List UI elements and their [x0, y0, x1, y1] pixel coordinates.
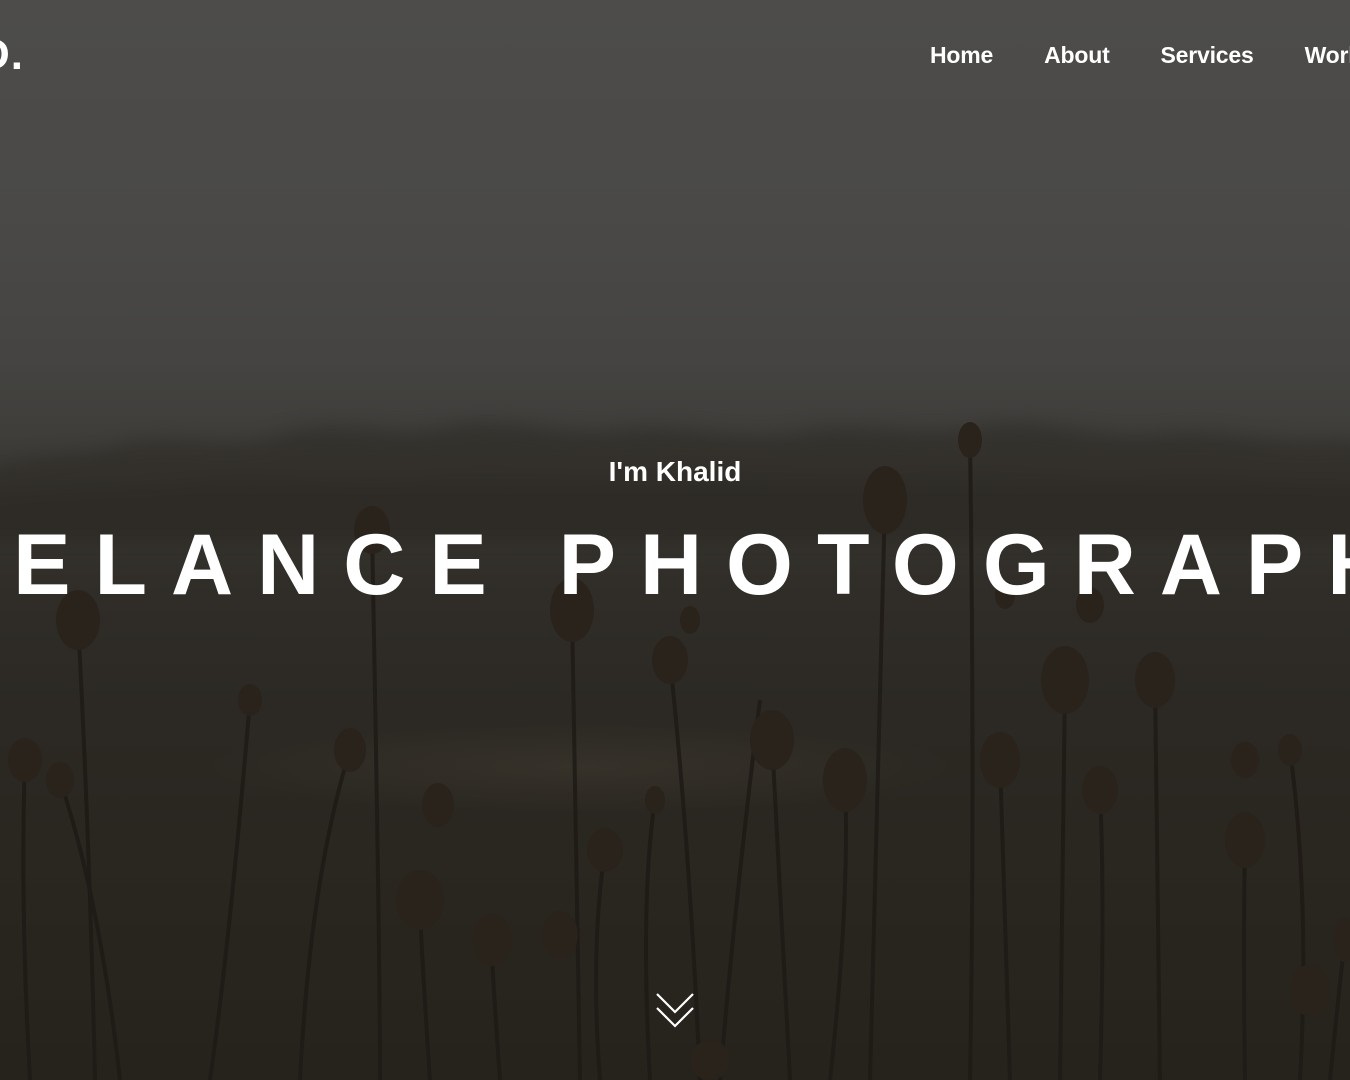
- hero-headline: FREELANCE PHOTOGRAPHER: [0, 517, 1350, 613]
- nav-link-work[interactable]: Work: [1305, 40, 1350, 70]
- top-navigation: D. Home About Services Work: [0, 0, 1350, 110]
- hero-intro: I'm Khalid: [608, 456, 742, 487]
- site-logo[interactable]: D.: [0, 29, 24, 81]
- nav-menu: Home About Services Work: [930, 40, 1350, 70]
- nav-link-about[interactable]: About: [1044, 40, 1110, 70]
- hero-section: D. Home About Services Work I'm Khalid F…: [0, 0, 1350, 1080]
- nav-link-home[interactable]: Home: [930, 40, 993, 70]
- nav-link-services[interactable]: Services: [1161, 40, 1254, 70]
- double-chevron-down-icon[interactable]: [655, 992, 695, 1032]
